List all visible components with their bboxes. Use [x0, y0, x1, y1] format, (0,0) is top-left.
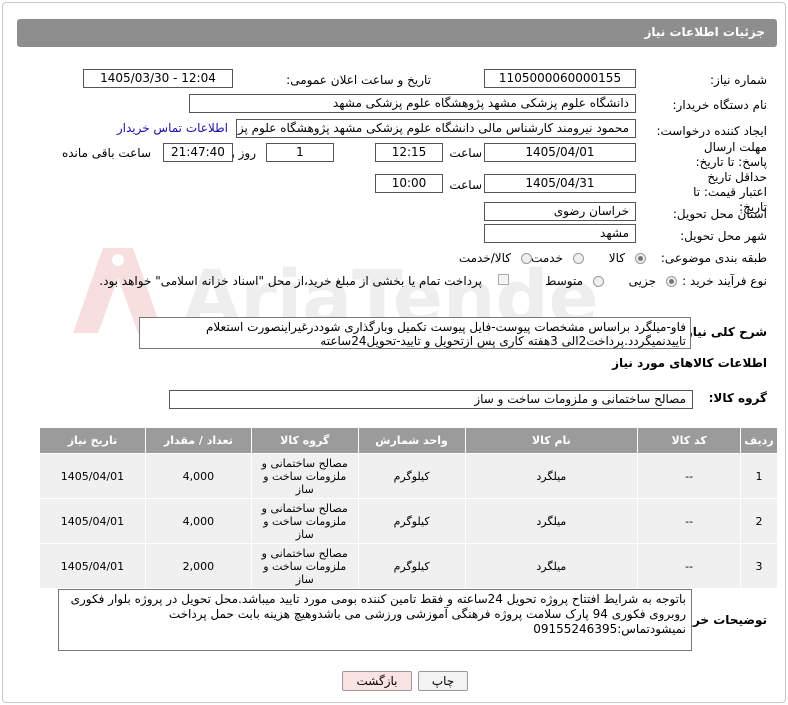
- table-header-row: ردیف کد کالا نام کالا واحد شمارش گروه کا…: [39, 427, 778, 454]
- cell-index: 2: [740, 498, 778, 544]
- category-option-service: خدمت: [531, 251, 563, 265]
- cell-unit: کیلوگرم: [357, 543, 466, 589]
- cell-group: مصالح ساختمانی و ملزومات ساخت و ساز: [250, 453, 359, 499]
- cell-code: --: [637, 543, 742, 589]
- province-field: خراسان رضوی: [484, 202, 636, 221]
- days-label: روز و: [229, 146, 256, 160]
- deadline-time-label: ساعت: [449, 146, 482, 160]
- category-option-goods: کالا: [608, 251, 625, 265]
- process-label: نوع فرآیند خرید :: [682, 274, 767, 288]
- col-code: کد کالا: [637, 427, 742, 454]
- cell-date: 1405/04/01: [39, 543, 146, 589]
- remaining-time-label: ساعت باقی مانده: [61, 146, 151, 160]
- category-radio-goods-service[interactable]: [521, 253, 532, 264]
- announce-field: 1405/03/30 - 12:04: [83, 69, 233, 88]
- goods-group-label: گروه کالا:: [708, 391, 767, 405]
- col-group: گروه کالا: [250, 427, 359, 454]
- category-radio-goods[interactable]: [635, 253, 646, 264]
- validity-date-field: 1405/04/31: [484, 174, 636, 193]
- creator-label: ایجاد کننده درخواست:: [656, 124, 767, 138]
- buyer-org-field: دانشگاه علوم پزشکی مشهد پژوهشگاه علوم پز…: [189, 94, 636, 113]
- page-header: جزئیات اطلاعات نیاز: [17, 19, 777, 47]
- creator-field: محمود نیرومند کارشناس مالی دانشگاه علوم …: [236, 119, 636, 138]
- announce-label: تاریخ و ساعت اعلان عمومی:: [286, 73, 431, 87]
- treasury-note: پرداخت تمام یا بخشی از مبلغ خرید،از محل …: [99, 274, 482, 288]
- back-button[interactable]: بازگشت: [342, 671, 412, 691]
- cell-code: --: [637, 498, 742, 544]
- process-radio-medium[interactable]: [593, 276, 604, 287]
- cell-qty: 4,000: [144, 498, 252, 544]
- cell-date: 1405/04/01: [39, 498, 146, 544]
- col-qty: تعداد / مقدار: [144, 427, 252, 454]
- page-frame: جزئیات اطلاعات نیاز AriaTender.net شماره…: [2, 2, 786, 703]
- treasury-checkbox[interactable]: [498, 274, 509, 285]
- col-unit: واحد شمارش: [357, 427, 466, 454]
- process-option-minor: جزیی: [628, 274, 656, 288]
- deadline-time-field: 12:15: [375, 143, 443, 162]
- buyer-org-label: نام دستگاه خریدار:: [672, 98, 768, 112]
- category-radio-service[interactable]: [573, 253, 584, 264]
- category-label: طبقه بندی موضوعی:: [660, 251, 767, 265]
- table-row: 2 -- میلگرد کیلوگرم مصالح ساختمانی و ملز…: [39, 498, 778, 544]
- deadline-date-field: 1405/04/01: [484, 143, 636, 162]
- contact-info-link[interactable]: اطلاعات تماس خریدار: [117, 121, 228, 135]
- cell-index: 1: [740, 453, 778, 499]
- province-label: استان محل تحویل:: [672, 207, 767, 221]
- cell-qty: 4,000: [144, 453, 252, 499]
- deadline-label: مهلت ارسال پاسخ: تا تاریخ:: [695, 140, 767, 169]
- cell-unit: کیلوگرم: [357, 498, 466, 544]
- city-field: مشهد: [484, 224, 636, 243]
- description-label: شرح کلی نیاز:: [681, 325, 767, 339]
- remaining-time-field: 21:47:40: [163, 143, 233, 162]
- goods-section-title: اطلاعات کالاهای مورد نیاز: [612, 356, 767, 370]
- process-option-medium: متوسط: [545, 274, 583, 288]
- need-number-field: 1105000060000155: [484, 69, 636, 88]
- cell-qty: 2,000: [144, 543, 252, 589]
- cell-name: میلگرد: [464, 543, 639, 589]
- col-date: تاریخ نیاز: [39, 427, 146, 454]
- validity-time-label: ساعت: [449, 178, 482, 192]
- page-title: جزئیات اطلاعات نیاز: [644, 25, 765, 39]
- category-option-goods-service: کالا/خدمت: [458, 251, 511, 265]
- process-radio-minor[interactable]: [666, 276, 677, 287]
- table-row: 1 -- میلگرد کیلوگرم مصالح ساختمانی و ملز…: [39, 453, 778, 499]
- cell-index: 3: [740, 543, 778, 589]
- goods-table: ردیف کد کالا نام کالا واحد شمارش گروه کا…: [39, 427, 778, 589]
- cell-group: مصالح ساختمانی و ملزومات ساخت و ساز: [250, 543, 359, 589]
- cell-name: میلگرد: [464, 498, 639, 544]
- col-index: ردیف: [740, 427, 778, 454]
- table-row: 3 -- میلگرد کیلوگرم مصالح ساختمانی و ملز…: [39, 543, 778, 589]
- description-textarea[interactable]: فاو-میلگرد براساس مشخصات پیوست-فایل پیوس…: [139, 317, 691, 349]
- buyer-notes-textarea[interactable]: باتوجه به شرایط افتتاح پروژه تحویل 24ساع…: [58, 589, 692, 651]
- cell-name: میلگرد: [464, 453, 639, 499]
- need-number-label: شماره نیاز:: [710, 73, 767, 87]
- cell-group: مصالح ساختمانی و ملزومات ساخت و ساز: [250, 498, 359, 544]
- cell-code: --: [637, 453, 742, 499]
- print-button[interactable]: چاپ: [418, 671, 468, 691]
- cell-unit: کیلوگرم: [357, 453, 466, 499]
- goods-group-field: مصالح ساختمانی و ملزومات ساخت و ساز: [169, 390, 693, 409]
- city-label: شهر محل تحویل:: [680, 229, 767, 243]
- validity-time-field: 10:00: [375, 174, 443, 193]
- days-field: 1: [266, 143, 334, 162]
- cell-date: 1405/04/01: [39, 453, 146, 499]
- col-name: نام کالا: [464, 427, 639, 454]
